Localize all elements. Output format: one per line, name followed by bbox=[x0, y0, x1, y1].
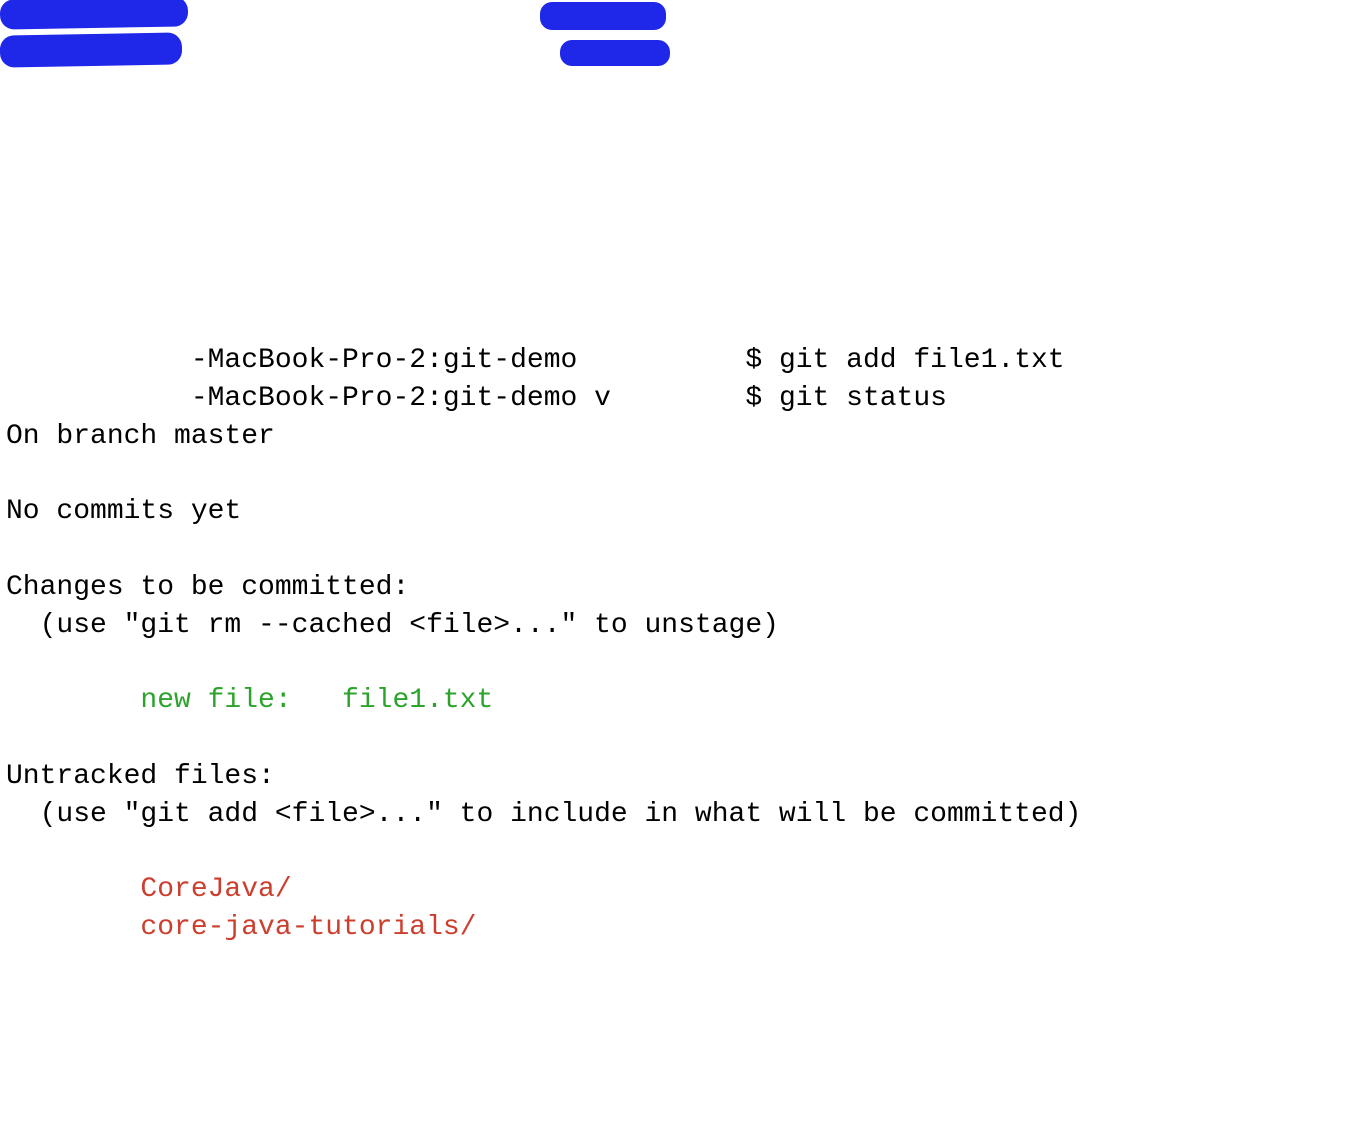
prompt-sigil: $ bbox=[745, 345, 779, 376]
prompt-hostname: -MacBook-Pro-2:git-demo v bbox=[6, 383, 611, 414]
status-branch: On branch master bbox=[6, 421, 275, 452]
redaction-mark bbox=[0, 0, 188, 30]
status-untracked-hint: (use "git add <file>..." to include in w… bbox=[6, 799, 1081, 830]
prompt-user-redacted bbox=[611, 383, 745, 414]
untracked-file: CoreJava/ bbox=[6, 874, 292, 905]
prompt-line-2: -MacBook-Pro-2:git-demo v $ git status bbox=[6, 383, 947, 414]
staged-file: new file: file1.txt bbox=[6, 685, 493, 716]
untracked-file: core-java-tutorials/ bbox=[6, 912, 476, 943]
redaction-mark bbox=[560, 40, 670, 66]
redaction-mark bbox=[0, 32, 182, 67]
prompt-line-1: -MacBook-Pro-2:git-demo $ git add file1.… bbox=[6, 345, 1065, 376]
status-changes-header: Changes to be committed: bbox=[6, 572, 409, 603]
prompt-sigil: $ bbox=[745, 383, 779, 414]
command-git-add: git add file1.txt bbox=[779, 345, 1065, 376]
prompt-hostname: -MacBook-Pro-2:git-demo bbox=[6, 345, 594, 376]
status-untracked-header: Untracked files: bbox=[6, 761, 275, 792]
terminal-output[interactable]: -MacBook-Pro-2:git-demo $ git add file1.… bbox=[6, 342, 1354, 947]
prompt-user-redacted bbox=[594, 345, 745, 376]
command-git-status: git status bbox=[779, 383, 947, 414]
status-no-commits: No commits yet bbox=[6, 496, 241, 527]
redaction-mark bbox=[540, 2, 666, 30]
status-changes-hint: (use "git rm --cached <file>..." to unst… bbox=[6, 610, 779, 641]
